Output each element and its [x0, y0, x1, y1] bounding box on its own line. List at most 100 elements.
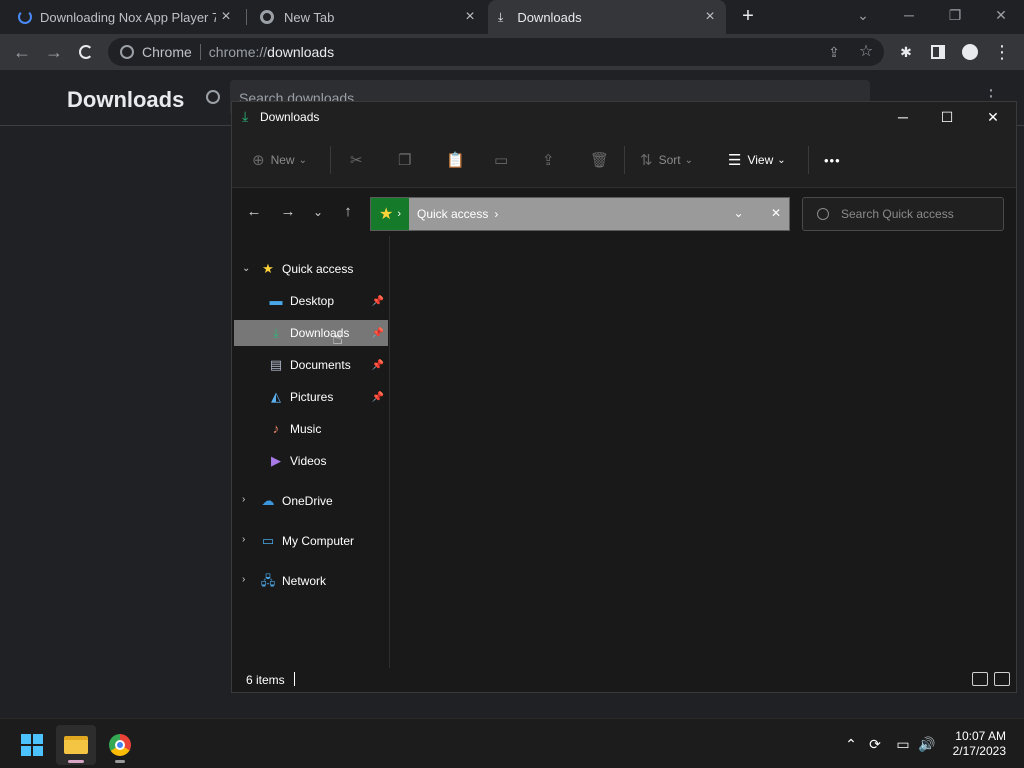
add-circle-icon: ⊕: [252, 152, 265, 169]
share-icon[interactable]: ⇪: [822, 40, 846, 64]
copy-button[interactable]: ❐: [398, 150, 417, 170]
star-icon: ★ ›: [371, 198, 409, 230]
document-icon: ▤: [269, 357, 283, 372]
back-arrow-icon[interactable]: ←: [10, 40, 34, 64]
file-list-area[interactable]: [390, 236, 1016, 668]
nav-videos[interactable]: ▶ Videos: [234, 448, 388, 474]
start-button[interactable]: [12, 725, 52, 765]
profile-avatar-icon[interactable]: [958, 40, 982, 64]
tab-new-tab[interactable]: New Tab ×: [250, 0, 486, 34]
extensions-icon[interactable]: ✱: [894, 40, 918, 64]
recent-locations-chevron-icon[interactable]: ⌄: [308, 202, 328, 222]
chevron-down-icon[interactable]: ⌄: [734, 206, 744, 220]
stop-loading-icon[interactable]: [74, 40, 98, 64]
details-view-icon[interactable]: [972, 672, 988, 686]
close-icon[interactable]: ×: [702, 9, 718, 25]
share-button[interactable]: ⇪: [542, 150, 561, 170]
loading-spinner-icon: [18, 10, 32, 24]
clock[interactable]: 10:07 AM 2/17/2023: [953, 729, 1006, 759]
network-tray-icon[interactable]: ▭: [894, 735, 912, 753]
address-bar[interactable]: ★ › Quick access › ⌄ ✕: [370, 197, 790, 231]
forward-arrow-icon[interactable]: →: [42, 40, 66, 64]
cloud-icon: ☁: [261, 493, 275, 508]
maximize-button[interactable]: ☐: [932, 106, 962, 128]
chevron-right-icon: ›: [494, 207, 499, 221]
nav-my-computer[interactable]: › ▭ My Computer: [234, 528, 388, 554]
browser-toolbar: ← → Chrome chrome:// downloads ⇪ ☆ ✱ ⋮: [0, 34, 1024, 70]
volume-icon[interactable]: 🔊: [918, 735, 936, 753]
chrome-icon: [109, 734, 131, 756]
scissors-icon: ✂: [350, 152, 363, 169]
chevron-right-icon[interactable]: ›: [242, 574, 245, 585]
pin-icon: 📌: [371, 391, 384, 403]
nav-downloads[interactable]: ⤓ Downloads 📌: [234, 320, 388, 346]
share-icon: ⇪: [542, 152, 555, 169]
close-icon[interactable]: ×: [462, 9, 478, 25]
address-bar[interactable]: Chrome chrome:// downloads: [108, 38, 884, 66]
paste-button[interactable]: 📋: [446, 150, 471, 170]
restore-button[interactable]: ❐: [940, 4, 970, 26]
show-hidden-icons-chevron[interactable]: ⌃: [842, 735, 860, 753]
tab-nox-download[interactable]: Downloading Nox App Player 7.0 ×: [8, 0, 242, 34]
nav-desktop[interactable]: ▬ Desktop 📌: [234, 288, 388, 314]
back-arrow-icon[interactable]: ←: [244, 202, 264, 222]
cut-button[interactable]: ✂: [350, 150, 369, 170]
download-icon: ⤓: [273, 325, 279, 340]
menu-kebab-icon[interactable]: ⋮: [990, 40, 1014, 64]
minimize-button[interactable]: ─: [888, 106, 918, 128]
tab-downloads[interactable]: ⤓ Downloads ×: [488, 0, 726, 34]
chrome-taskbar-button[interactable]: [100, 725, 140, 765]
nav-documents[interactable]: ▤ Documents 📌: [234, 352, 388, 378]
nav-label: My Computer: [282, 534, 355, 548]
chrome-icon: [120, 45, 134, 59]
delete-button[interactable]: 🗑: [590, 150, 615, 170]
search-quick-access-input[interactable]: Search Quick access: [802, 197, 1004, 231]
pictures-icon: ◭: [271, 389, 281, 404]
toolbar-divider: [808, 146, 809, 174]
close-icon[interactable]: ×: [218, 9, 234, 25]
forward-arrow-icon[interactable]: →: [278, 202, 298, 222]
nav-pictures[interactable]: ◭ Pictures 📌: [234, 384, 388, 410]
sync-icon[interactable]: ⟳: [866, 735, 884, 753]
clear-icon[interactable]: ✕: [771, 206, 781, 220]
active-indicator: [68, 760, 84, 763]
nav-quick-access[interactable]: ⌄ ★ Quick access: [234, 256, 388, 282]
file-explorer-taskbar-button[interactable]: [56, 725, 96, 765]
chevron-down-icon: ⌄: [298, 154, 307, 166]
url-path: downloads: [267, 44, 335, 60]
close-window-button[interactable]: ✕: [986, 4, 1016, 26]
see-more-button[interactable]: •••: [824, 150, 841, 170]
large-icons-view-icon[interactable]: [994, 672, 1010, 686]
close-window-button[interactable]: ✕: [978, 106, 1008, 128]
navigation-pane: ⌄ ★ Quick access ▬ Desktop 📌 ⤓ Downloads…: [232, 236, 390, 668]
desktop-icon: ▬: [269, 293, 283, 308]
clock-date: 2/17/2023: [952, 744, 1006, 758]
side-panel-icon[interactable]: [926, 40, 950, 64]
bookmark-star-icon[interactable]: ☆: [854, 40, 878, 64]
chrome-icon: [260, 10, 274, 24]
nav-onedrive[interactable]: › ☁ OneDrive: [234, 488, 388, 514]
sort-button[interactable]: ⇅ Sort ⌄: [640, 150, 693, 170]
tab-search-icon[interactable]: ⌄: [848, 4, 878, 26]
new-button[interactable]: ⊕ New ⌄: [252, 150, 307, 170]
up-arrow-icon[interactable]: ↑: [338, 202, 358, 222]
minimize-button[interactable]: ─: [894, 4, 924, 26]
nav-label: Videos: [290, 454, 327, 468]
rename-button[interactable]: ▭: [494, 150, 514, 170]
view-label: View: [747, 153, 774, 167]
nav-label: Documents: [290, 358, 351, 372]
navigation-bar: ← → ⌄ ↑ ★ › Quick access › ⌄ ✕ Search Qui…: [232, 188, 1016, 236]
music-icon: ♪: [272, 421, 280, 436]
nav-network[interactable]: › 🖧 Network: [234, 568, 388, 594]
new-tab-button[interactable]: +: [738, 5, 758, 27]
omnibox-divider: [199, 44, 201, 60]
view-button[interactable]: ☰ View ⌄: [728, 150, 786, 170]
omnibox-label: Chrome: [142, 44, 192, 60]
chevron-right-icon[interactable]: ›: [242, 494, 245, 505]
download-icon: ⤓: [242, 108, 249, 124]
view-list-icon: ☰: [728, 152, 742, 169]
chevron-right-icon[interactable]: ›: [242, 534, 245, 545]
chevron-down-icon[interactable]: ⌄: [242, 263, 250, 274]
toolbar-divider: [330, 146, 331, 174]
nav-music[interactable]: ♪ Music: [234, 416, 388, 442]
